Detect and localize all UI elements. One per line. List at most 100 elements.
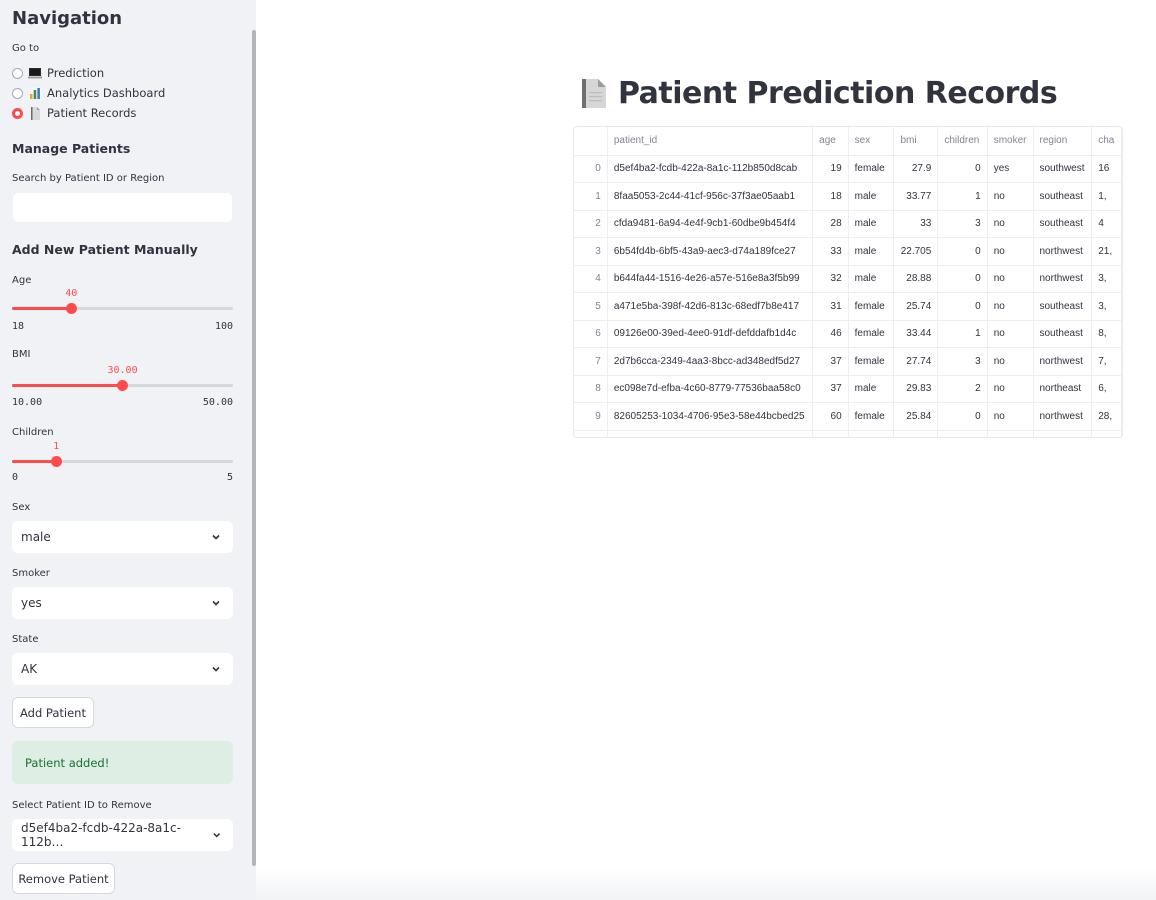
table-cell[interactable]: 33 bbox=[893, 210, 939, 238]
table-cell[interactable]: 28.88 bbox=[893, 265, 939, 293]
table-cell[interactable]: 8, bbox=[1091, 320, 1122, 348]
table-cell[interactable]: southwest bbox=[1033, 155, 1093, 183]
table-cell[interactable]: 6, bbox=[1091, 375, 1122, 403]
radio-button-selected[interactable] bbox=[12, 107, 23, 119]
table-cell[interactable]: 0 bbox=[937, 155, 988, 183]
table-cell[interactable]: female bbox=[848, 292, 895, 321]
table-cell[interactable]: 19 bbox=[812, 155, 849, 183]
sidebar-scrollbar[interactable] bbox=[252, 30, 256, 866]
table-cell[interactable]: 31 bbox=[812, 292, 849, 321]
table-row[interactable]: 7 2d7b6cca-2349-4aa3-8bcc-ad348edf5d27 37 f… bbox=[574, 347, 1122, 376]
table-cell[interactable]: 2 bbox=[937, 375, 988, 403]
table-cell[interactable]: no bbox=[987, 265, 1034, 293]
table-cell[interactable]: a471e5ba-398f-42d6-813c-68edf7b8e417 bbox=[607, 292, 814, 321]
column-header[interactable]: sex bbox=[848, 127, 895, 156]
table-cell[interactable]: no bbox=[987, 402, 1034, 431]
table-cell[interactable]: 0 bbox=[937, 237, 988, 266]
table-cell[interactable]: d5ef4ba2-fcdb-422a-8a1c-112b850d8cab bbox=[607, 155, 814, 183]
table-row[interactable]: 2 cfda9481-6a94-4e4f-9cb1-60dbe9b454f4 28 m… bbox=[574, 210, 1122, 238]
table-row[interactable]: 0 d5ef4ba2-fcdb-422a-8a1c-112b850d8cab 19 f… bbox=[574, 155, 1122, 183]
table-cell[interactable]: no bbox=[987, 347, 1034, 376]
column-header[interactable]: patient_id bbox=[607, 127, 814, 156]
table-cell[interactable]: 25.74 bbox=[893, 292, 939, 321]
state-select[interactable]: AK bbox=[12, 653, 233, 685]
table-cell[interactable]: male bbox=[848, 182, 895, 211]
table-cell[interactable]: 18 bbox=[812, 182, 849, 211]
sex-select[interactable]: male bbox=[12, 521, 233, 553]
table-cell[interactable]: 3 bbox=[937, 210, 988, 238]
column-header[interactable] bbox=[574, 127, 608, 156]
table-cell[interactable]: female bbox=[848, 155, 895, 183]
table-row[interactable]: 4 b644fa44-1516-4e26-a57e-516e8a3f5b99 32 m… bbox=[574, 265, 1122, 293]
table-cell[interactable]: 25.84 bbox=[893, 402, 939, 431]
table-cell[interactable]: no bbox=[987, 237, 1034, 266]
remove-patient-button[interactable]: Remove Patient bbox=[12, 863, 115, 894]
children-slider-thumb[interactable] bbox=[50, 456, 62, 467]
table-cell[interactable]: 0 bbox=[937, 292, 988, 321]
nav-radio-analytics[interactable]: Analytics Dashboard bbox=[12, 84, 165, 102]
bmi-slider[interactable]: 30.00 10.00 50.00 bbox=[12, 364, 233, 412]
table-cell[interactable]: female bbox=[848, 320, 895, 348]
table-cell[interactable]: 7, bbox=[1091, 347, 1122, 376]
column-header[interactable]: region bbox=[1033, 127, 1093, 156]
search-input[interactable] bbox=[12, 192, 233, 223]
radio-button[interactable] bbox=[12, 67, 23, 79]
table-cell[interactable]: male bbox=[848, 237, 895, 266]
table-cell[interactable]: cfda9481-6a94-4e4f-9cb1-60dbe9b454f4 bbox=[607, 210, 814, 238]
table-cell[interactable]: 4 bbox=[1091, 210, 1122, 238]
table-cell[interactable]: 3 bbox=[937, 347, 988, 376]
table-row[interactable]: 5 a471e5ba-398f-42d6-813c-68edf7b8e417 31 f… bbox=[574, 292, 1122, 321]
table-cell[interactable]: 33.44 bbox=[893, 320, 939, 348]
table-row[interactable]: 8 ec098e7d-efba-4c60-8779-77536baa58c0 37 m… bbox=[574, 375, 1122, 403]
table-cell[interactable]: male bbox=[848, 375, 895, 403]
table-cell[interactable]: 0 bbox=[937, 265, 988, 293]
table-cell[interactable]: 33 bbox=[812, 237, 849, 266]
table-cell[interactable]: female bbox=[848, 347, 895, 376]
table-row[interactable]: 9 82605253-1034-4706-95e3-58e44bcbed25 60 f… bbox=[574, 402, 1122, 431]
table-cell[interactable]: northwest bbox=[1033, 347, 1093, 376]
column-header[interactable]: smoker bbox=[987, 127, 1034, 156]
table-cell[interactable]: 22.705 bbox=[893, 237, 939, 266]
age-slider[interactable]: 40 18 100 bbox=[12, 287, 233, 335]
table-cell[interactable]: no bbox=[987, 210, 1034, 238]
table-cell[interactable]: 21, bbox=[1091, 237, 1122, 266]
table-cell[interactable]: no bbox=[987, 292, 1034, 321]
table-cell[interactable]: 27.74 bbox=[893, 347, 939, 376]
table-cell[interactable]: northwest bbox=[1033, 237, 1093, 266]
column-header[interactable]: cha bbox=[1091, 127, 1122, 156]
table-cell[interactable]: 1 bbox=[937, 182, 988, 211]
nav-radio-prediction[interactable]: Prediction bbox=[12, 64, 104, 82]
table-cell[interactable]: no bbox=[987, 320, 1034, 348]
column-header[interactable]: age bbox=[812, 127, 849, 156]
table-cell[interactable]: ec098e7d-efba-4c60-8779-77536baa58c0 bbox=[607, 375, 814, 403]
table-cell[interactable]: northwest bbox=[1033, 402, 1093, 431]
table-cell[interactable]: 28, bbox=[1091, 402, 1122, 431]
table-cell[interactable]: 2d7b6cca-2349-4aa3-8bcc-ad348edf5d27 bbox=[607, 347, 814, 376]
table-cell[interactable]: 3, bbox=[1091, 292, 1122, 321]
bmi-slider-thumb[interactable] bbox=[117, 380, 128, 391]
table-cell[interactable]: no bbox=[987, 375, 1034, 403]
table-cell[interactable]: 60 bbox=[812, 402, 849, 431]
table-cell[interactable]: male bbox=[848, 210, 895, 238]
table-cell[interactable]: 46 bbox=[812, 320, 849, 348]
table-row[interactable]: 3 6b54fd4b-6bf5-43a9-aec3-d74a189fce27 33 m… bbox=[574, 237, 1122, 266]
table-cell[interactable]: 37 bbox=[812, 375, 849, 403]
table-cell[interactable]: 1, bbox=[1091, 182, 1122, 211]
table-cell[interactable]: 16 bbox=[1091, 155, 1122, 183]
table-cell[interactable]: southeast bbox=[1033, 182, 1093, 211]
table-cell[interactable]: 28 bbox=[812, 210, 849, 238]
column-header[interactable]: children bbox=[937, 127, 988, 156]
table-cell[interactable]: 6b54fd4b-6bf5-43a9-aec3-d74a189fce27 bbox=[607, 237, 814, 266]
children-slider[interactable]: 1 0 5 bbox=[12, 441, 233, 483]
records-table[interactable]: patient_id age sex bmi children smoker region c… bbox=[573, 126, 1123, 438]
column-header[interactable]: bmi bbox=[893, 127, 939, 156]
table-cell[interactable]: southeast bbox=[1033, 210, 1093, 238]
table-cell[interactable]: northwest bbox=[1033, 265, 1093, 293]
table-row[interactable]: 1 8faa5053-2c44-41cf-956c-37f3ae05aab1 18 m… bbox=[574, 182, 1122, 211]
table-cell[interactable]: yes bbox=[987, 155, 1034, 183]
smoker-select[interactable]: yes bbox=[12, 587, 233, 619]
table-cell[interactable]: southeast bbox=[1033, 292, 1093, 321]
table-cell[interactable]: no bbox=[987, 182, 1034, 211]
add-patient-button[interactable]: Add Patient bbox=[12, 697, 94, 728]
table-cell[interactable]: b644fa44-1516-4e26-a57e-516e8a3f5b99 bbox=[607, 265, 814, 293]
